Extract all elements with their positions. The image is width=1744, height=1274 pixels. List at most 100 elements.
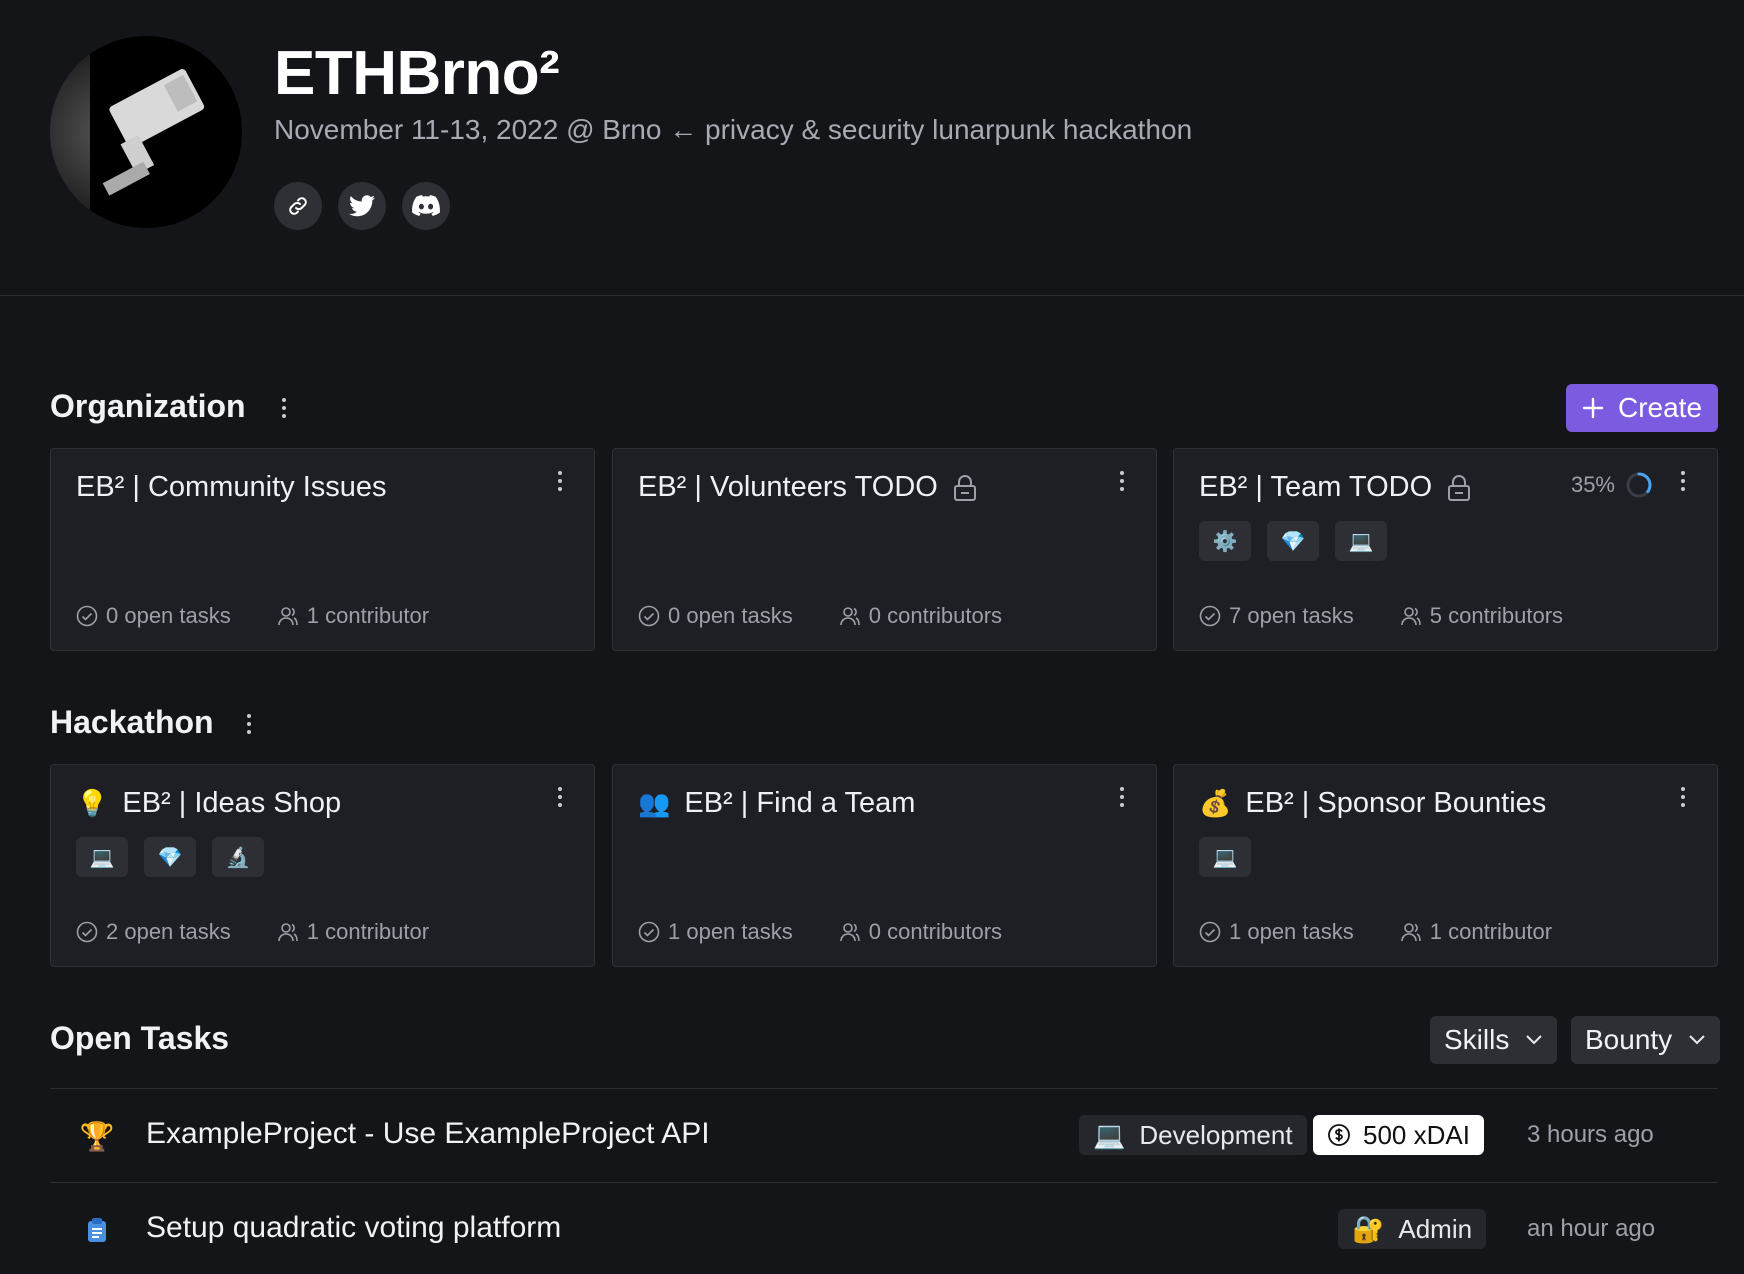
space-subtitle: November 11-13, 2022 @ Brno ← privacy & … [274,114,1193,145]
contributors-count: 1 contributor [306,603,430,628]
contributors-icon [839,607,860,626]
card-title: EB² | Volunteers TODO [638,471,938,503]
bounty-filter-dropdown[interactable]: Bounty [1571,1016,1721,1064]
task-skill-label: Admin [1398,1213,1473,1244]
card-menu-button[interactable] [1112,781,1132,813]
lock-with-key-icon: 🔐 [1352,1213,1385,1244]
project-card-find-a-team[interactable]: 👥 EB² | Find a Team 1 open tasks 0 contr… [612,764,1157,967]
contributors-count: 1 contributor [306,919,430,944]
create-button-label: Create [1617,392,1703,423]
card-menu-button[interactable] [550,781,570,813]
contributors-count: 5 contributors [1429,603,1564,628]
skill-tag: 💻 [1335,521,1387,561]
card-title: EB² | Team TODO [1199,471,1433,503]
card-menu-button[interactable] [1673,781,1693,813]
chevron-down-icon [1526,1035,1543,1045]
lightbulb-icon: 💡 [76,788,109,818]
skill-tag: 💎 [144,837,196,877]
laptop-icon: 💻 [1093,1119,1126,1150]
open-tasks-count: 7 open tasks [1229,603,1354,628]
space-avatar [50,36,242,228]
check-circle-icon [638,605,660,627]
contributors-count: 1 contributor [1429,919,1553,944]
task-skill-tag: 💻 Development [1079,1115,1307,1155]
hackathon-section-title: Hackathon [50,704,214,740]
money-bag-icon: 💰 [1199,788,1232,818]
project-card-ideas-shop[interactable]: 💡 EB² | Ideas Shop 💻 💎 🔬 2 open tasks 1 … [50,764,595,967]
skills-filter-label: Skills [1444,1024,1510,1055]
contributors-count: 0 contributors [868,603,1003,628]
chevron-down-icon [1689,1035,1705,1045]
project-card-community-issues[interactable]: EB² | Community Issues 0 open tasks 1 co… [50,448,595,651]
hackathon-menu-button[interactable] [239,708,259,740]
plus-icon [1582,397,1604,419]
contributors-icon [277,607,298,626]
card-title: EB² | Find a Team [684,787,916,819]
open-tasks-section-title: Open Tasks [50,1020,230,1056]
open-tasks-count: 1 open tasks [668,919,793,944]
organization-section-title: Organization [50,388,246,424]
discord-icon [412,195,440,216]
task-skill-tag: 🔐 Admin [1338,1209,1487,1249]
card-title: EB² | Ideas Shop [122,787,342,819]
twitter-link-button[interactable] [338,182,386,230]
contributors-icon [1400,923,1421,942]
skill-tag: 💻 [1199,837,1251,877]
contributors-count: 0 contributors [868,919,1003,944]
card-title: EB² | Community Issues [76,471,387,503]
card-title: EB² | Sponsor Bounties [1245,787,1547,819]
open-tasks-count: 0 open tasks [106,603,231,628]
clipboard-icon [80,1213,114,1247]
project-card-volunteers-todo[interactable]: EB² | Volunteers TODO 0 open tasks 0 con… [612,448,1157,651]
discord-link-button[interactable] [402,182,450,230]
progress-ring-icon [1626,472,1652,498]
space-title: ETHBrno² [274,39,560,108]
task-time: an hour ago [1527,1215,1656,1242]
card-menu-button[interactable] [1112,465,1132,497]
twitter-icon [349,195,375,217]
dollar-coin-icon [1328,1124,1350,1146]
website-link-button[interactable] [274,182,322,230]
task-row[interactable]: Setup quadratic voting platform 🔐 Admin … [50,1182,1718,1274]
contributors-icon [839,923,860,942]
skill-tag: 💻 [76,837,128,877]
project-card-sponsor-bounties[interactable]: 💰 EB² | Sponsor Bounties 💻 1 open tasks … [1173,764,1718,967]
skill-tag: ⚙️ [1199,521,1251,561]
task-time: 3 hours ago [1527,1121,1654,1148]
task-skill-label: Development [1139,1119,1293,1150]
card-progress: 35% [1571,471,1653,499]
card-menu-button[interactable] [1673,465,1693,497]
organization-menu-button[interactable] [274,392,294,424]
bounty-amount: 500 xDAI [1363,1119,1470,1150]
task-title: ExampleProject - Use ExampleProject API [146,1117,710,1150]
card-menu-button[interactable] [550,465,570,497]
bounty-filter-label: Bounty [1585,1024,1673,1055]
check-circle-icon [76,921,98,943]
task-row[interactable]: 🏆 ExampleProject - Use ExampleProject AP… [50,1088,1718,1182]
link-icon [289,197,307,215]
skill-tags: 💻 [1199,837,1251,877]
lock-icon [1448,474,1471,501]
contributors-icon [277,923,298,942]
trophy-icon: 🏆 [79,1120,115,1152]
task-bounty-badge: 500 xDAI [1313,1115,1484,1155]
check-circle-icon [1199,605,1221,627]
contributors-icon [1400,607,1421,626]
progress-percent: 35% [1570,472,1615,497]
check-circle-icon [638,921,660,943]
create-button[interactable]: Create [1566,384,1718,432]
task-title: Setup quadratic voting platform [146,1211,562,1244]
project-card-team-todo[interactable]: EB² | Team TODO 35% ⚙️ 💎 💻 7 open tasks … [1173,448,1718,651]
skill-tag: 💎 [1267,521,1319,561]
lock-icon [953,474,976,501]
open-tasks-count: 2 open tasks [106,919,231,944]
check-circle-icon [1199,921,1221,943]
skills-filter-dropdown[interactable]: Skills [1430,1016,1558,1064]
people-icon: 👥 [638,788,671,818]
skill-tag: 🔬 [212,837,264,877]
open-tasks-count: 0 open tasks [668,603,793,628]
skill-tags: 💻 💎 🔬 [76,837,264,877]
check-circle-icon [76,605,98,627]
open-tasks-count: 1 open tasks [1229,919,1354,944]
skill-tags: ⚙️ 💎 💻 [1199,521,1387,561]
